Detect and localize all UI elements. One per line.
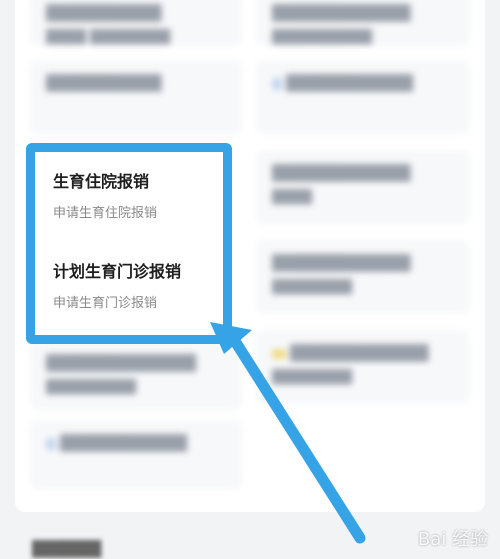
annotation-arrow — [210, 322, 366, 544]
arrow-shaft — [227, 332, 366, 544]
watermark: Bai 经验 — [417, 529, 488, 550]
